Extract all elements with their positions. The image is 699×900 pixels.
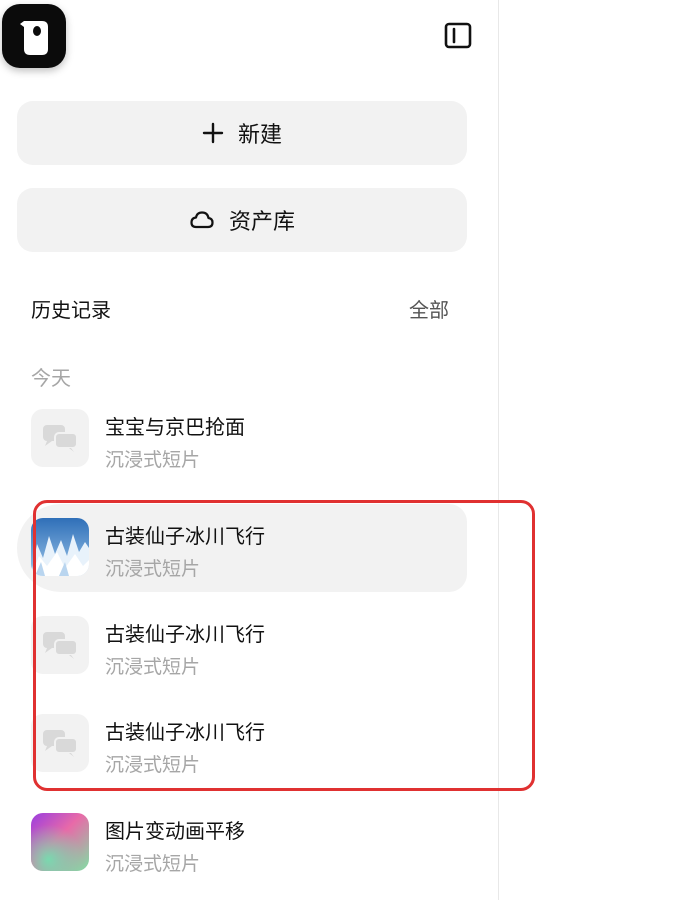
chat-bubbles-icon	[31, 616, 89, 674]
history-item-subtitle: 沉浸式短片	[105, 449, 201, 471]
history-item-subtitle: 沉浸式短片	[105, 853, 201, 875]
sidebar: 新建 资产库 历史记录 全部 今天 宝宝与京巴抢面 沉浸式短片 古装仙子冰川飞行…	[0, 0, 498, 900]
history-all-link[interactable]: 全部	[409, 294, 449, 323]
plus-icon	[202, 122, 224, 144]
new-button-label: 新建	[237, 123, 282, 148]
glacier-image	[31, 518, 89, 576]
history-title: 历史记录	[31, 298, 111, 322]
history-item-title: 图片变动画平移	[105, 819, 245, 843]
history-item-title: 宝宝与京巴抢面	[105, 415, 245, 439]
sidebar-toggle-button[interactable]	[440, 20, 476, 52]
app-logo-icon[interactable]	[2, 4, 66, 68]
sidebar-divider	[498, 0, 499, 900]
cloud-icon	[189, 209, 215, 231]
history-item-active[interactable]: 古装仙子冰川飞行 沉浸式短片	[17, 504, 467, 592]
sidebar-toggle-icon	[444, 22, 472, 49]
assets-button[interactable]: 资产库	[17, 188, 467, 252]
chat-bubbles-icon	[31, 714, 89, 772]
history-group-label: 今天	[31, 366, 71, 390]
assets-button-label: 资产库	[228, 210, 295, 235]
history-item-subtitle: 沉浸式短片	[105, 558, 201, 580]
history-item[interactable]: 图片变动画平移 沉浸式短片	[17, 799, 467, 887]
history-item-subtitle: 沉浸式短片	[105, 656, 201, 678]
history-item[interactable]: 古装仙子冰川飞行 沉浸式短片	[17, 602, 467, 690]
chat-bubbles-icon	[31, 409, 89, 467]
history-item[interactable]: 宝宝与京巴抢面 沉浸式短片	[17, 395, 467, 483]
history-item-title: 古装仙子冰川飞行	[105, 720, 265, 744]
history-item[interactable]: 古装仙子冰川飞行 沉浸式短片	[17, 700, 467, 788]
gradient-image	[31, 813, 89, 871]
new-button[interactable]: 新建	[17, 101, 467, 165]
history-item-title: 古装仙子冰川飞行	[105, 622, 265, 646]
history-item-subtitle: 沉浸式短片	[105, 754, 201, 776]
history-item-title: 古装仙子冰川飞行	[105, 524, 265, 548]
